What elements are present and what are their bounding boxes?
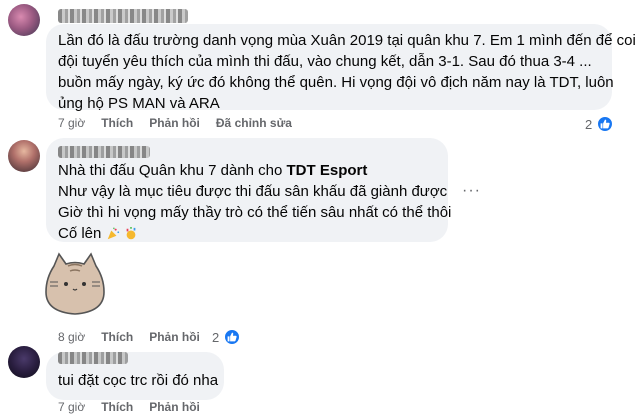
comment-text: tui đặt cọc trc rồi đó nha	[58, 370, 218, 391]
comment-line: Cố lên	[58, 223, 451, 247]
more-options-icon[interactable]: ···	[462, 182, 481, 200]
reaction-count: 2	[212, 329, 220, 345]
reply-button[interactable]: Phản hồi	[149, 400, 200, 414]
reaction-summary[interactable]: 2	[212, 328, 242, 346]
like-icon	[223, 328, 242, 346]
comment-line: buồn mấy ngày, ký ức đó không thể quên. …	[58, 74, 614, 91]
comment-actions: 8 giờ Thích Phản hồi	[58, 330, 200, 344]
author-name-blurred[interactable]	[58, 9, 188, 23]
author-name-blurred[interactable]	[58, 352, 128, 364]
comment-line: Lần đó là đấu trường danh vọng mùa Xuân …	[58, 32, 636, 49]
comment-line: tui đặt cọc trc rồi đó nha	[58, 372, 219, 389]
comment-line: đội tuyển yêu thích của mình thi đấu, và…	[58, 53, 592, 70]
pusheen-sticker	[45, 252, 105, 315]
author-name-blurred[interactable]	[58, 146, 150, 158]
comment-time[interactable]: 7 giờ	[58, 116, 85, 130]
party-popper-icon	[106, 226, 120, 247]
comment-line: ủng hộ PS MAN và ARA	[58, 95, 220, 112]
reply-button[interactable]: Phản hồi	[149, 330, 200, 344]
like-button[interactable]: Thích	[101, 400, 133, 414]
reaction-count: 2	[585, 116, 593, 132]
tagged-page-link[interactable]: TDT Esport	[287, 162, 368, 179]
comment-actions: 7 giờ Thích Phản hồi	[58, 400, 200, 414]
avatar[interactable]	[8, 346, 40, 378]
comment-line: Như vậy là mục tiêu được thi đấu sân khấ…	[58, 183, 448, 200]
avatar[interactable]	[8, 4, 40, 36]
comment-text: Lần đó là đấu trường danh vọng mùa Xuân …	[58, 30, 636, 114]
like-button[interactable]: Thích	[101, 116, 133, 130]
reaction-summary[interactable]: 2	[585, 115, 615, 133]
comment-time[interactable]: 8 giờ	[58, 330, 85, 344]
comment-line: Nhà thi đấu Quân khu 7 dành cho TDT Espo…	[58, 162, 368, 179]
comment-line: Giờ thì hi vọng mấy thầy trò có thể tiến…	[58, 204, 452, 221]
avatar[interactable]	[8, 140, 40, 172]
reply-button[interactable]: Phản hồi	[149, 116, 200, 130]
comment-actions: 7 giờ Thích Phản hồi Đã chỉnh sửa	[58, 116, 292, 130]
comment-time[interactable]: 7 giờ	[58, 400, 85, 414]
confetti-icon	[124, 226, 138, 247]
like-icon	[596, 115, 615, 133]
comment-text: Nhà thi đấu Quân khu 7 dành cho TDT Espo…	[58, 160, 451, 247]
edited-label[interactable]: Đã chỉnh sửa	[216, 116, 292, 130]
like-button[interactable]: Thích	[101, 330, 133, 344]
